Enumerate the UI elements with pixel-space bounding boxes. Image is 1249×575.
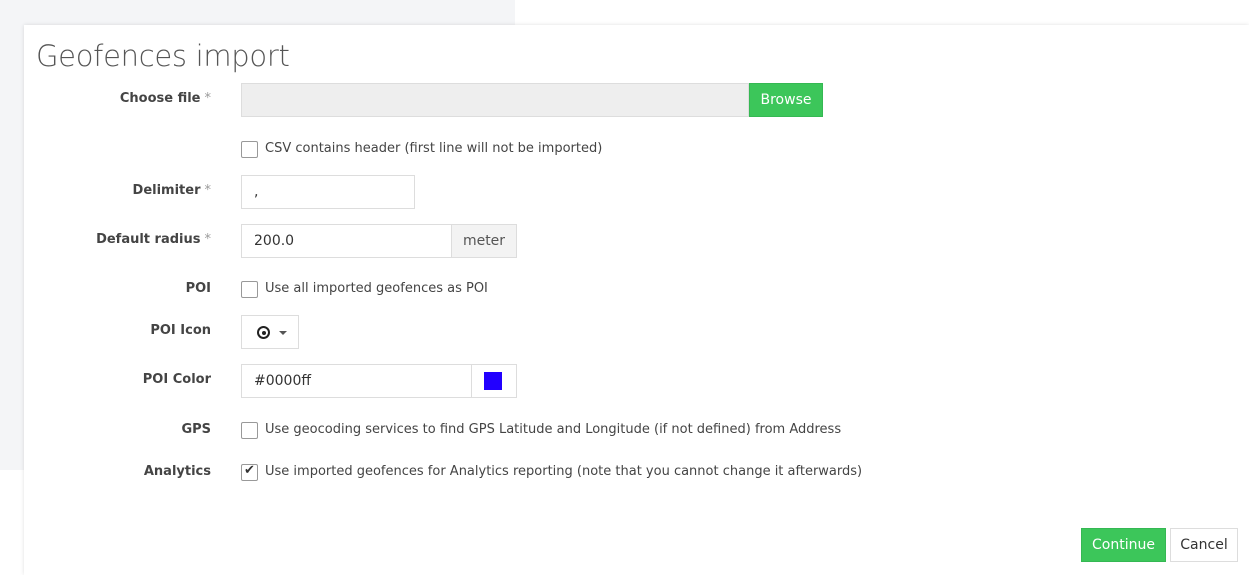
choose-file-input[interactable] [241,83,749,117]
csv-header-checkbox[interactable] [241,141,258,158]
delimiter-input[interactable] [241,175,415,209]
dialog-title: Geofences import [36,39,290,73]
delimiter-label: Delimiter * [133,183,211,198]
continue-button[interactable]: Continue [1081,528,1166,562]
poi-checkbox-label: Use all imported geofences as POI [265,281,488,296]
target-icon [257,326,270,339]
delimiter-label-text: Delimiter [132,183,201,198]
poi-icon-label: POI Icon [150,323,211,338]
cancel-button[interactable]: Cancel [1170,528,1238,562]
csv-header-label: CSV contains header (first line will not… [265,141,603,156]
geofences-import-dialog: Geofences import Choose file * Browse CSV… [24,25,1249,575]
poi-checkbox[interactable] [241,281,258,298]
checkmark-icon: ✔ [244,463,255,478]
browse-button[interactable]: Browse [749,83,823,117]
gps-checkbox-label: Use geocoding services to find GPS Latit… [265,422,842,437]
analytics-checkbox[interactable]: ✔ [241,463,258,481]
default-radius-label: Default radius * [96,232,211,247]
analytics-checkbox-label: Use imported geofences for Analytics rep… [265,464,863,479]
default-radius-input[interactable] [241,224,452,258]
caret-down-icon [279,331,287,335]
gps-label: GPS [181,422,211,437]
choose-file-label-text: Choose file [119,91,201,106]
required-mark: * [204,232,212,247]
required-mark: * [204,91,212,106]
poi-icon-dropdown[interactable] [241,315,299,349]
poi-color-input[interactable] [241,364,472,398]
radius-unit-addon: meter [451,224,517,258]
choose-file-label: Choose file * [120,91,211,106]
poi-color-label: POI Color [142,372,211,387]
gps-checkbox[interactable] [241,422,258,439]
default-radius-label-text: Default radius [96,232,201,247]
analytics-label: Analytics [143,464,211,479]
poi-color-picker[interactable] [471,364,517,398]
required-mark: * [204,183,212,198]
color-swatch [484,372,502,390]
poi-label: POI [185,281,211,296]
